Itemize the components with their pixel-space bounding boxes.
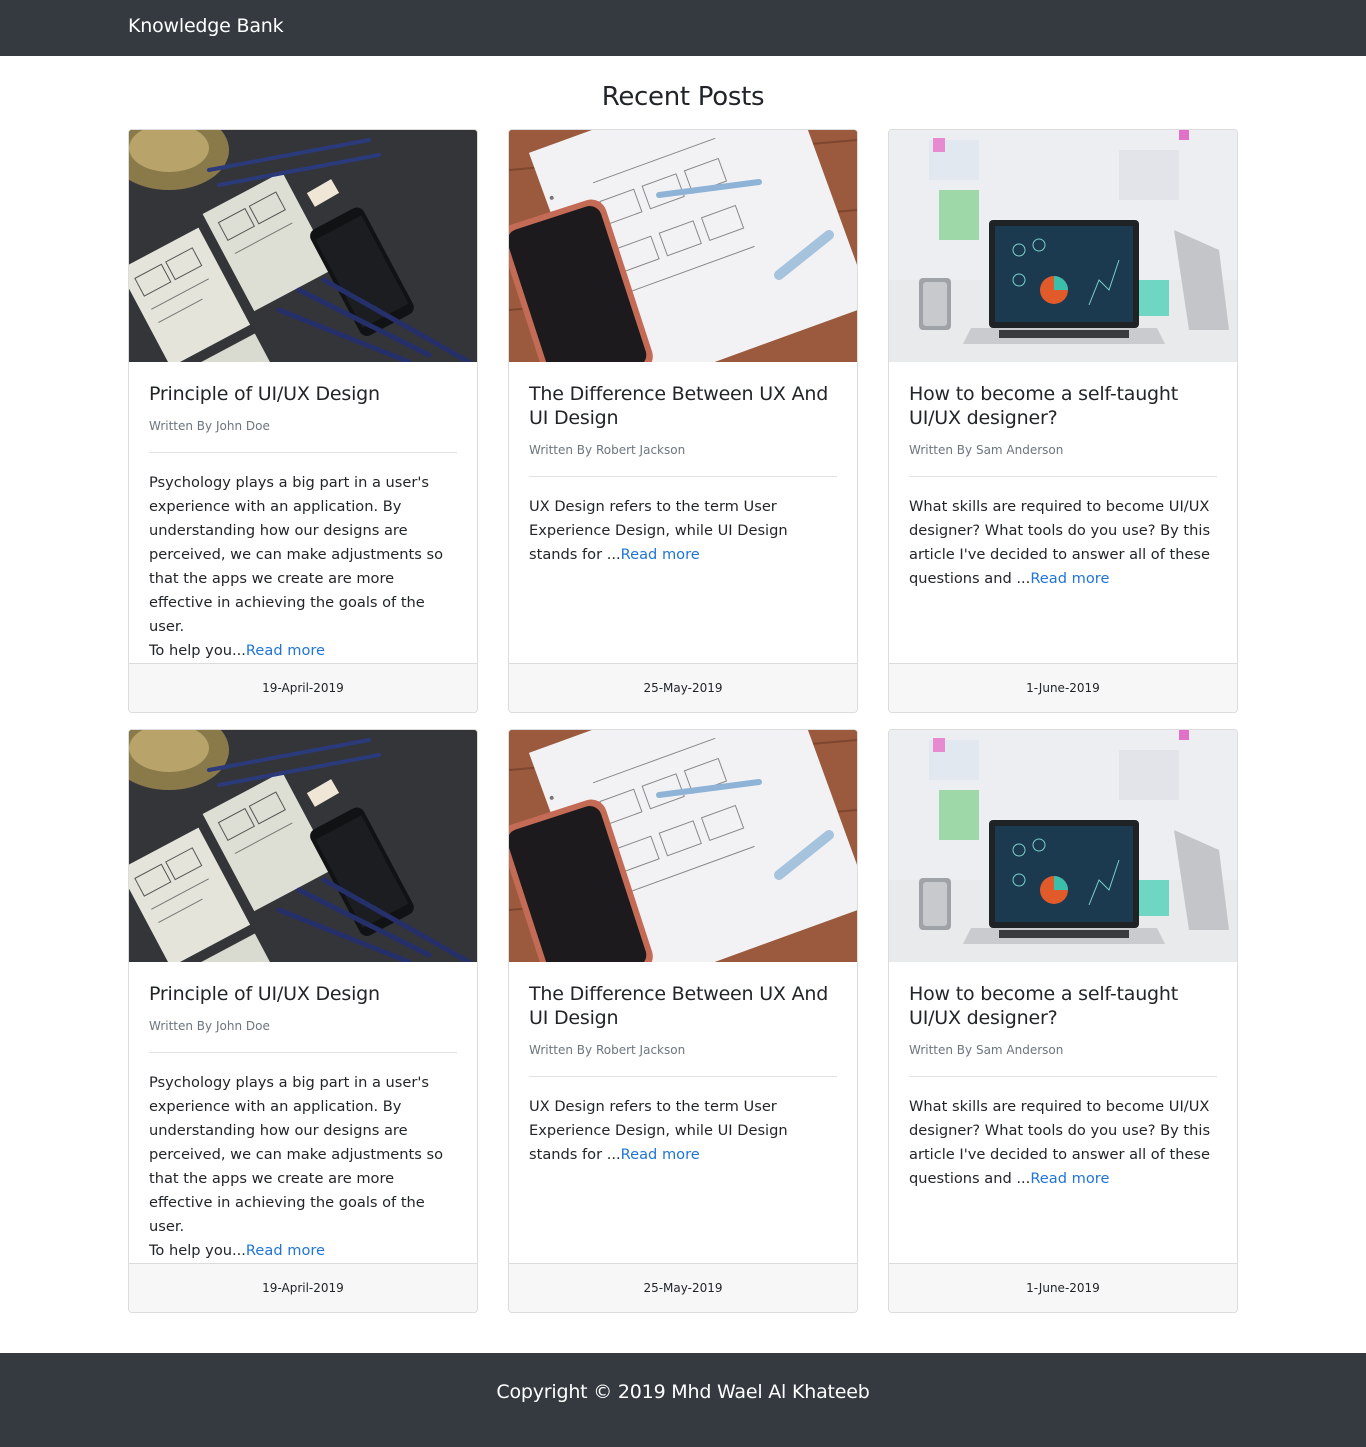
post-card: How to become a self-taught UI/UX design… bbox=[888, 729, 1238, 1313]
divider bbox=[909, 476, 1217, 477]
page-title: Recent Posts bbox=[601, 82, 765, 112]
post-excerpt: UX Design refers to the term User Experi… bbox=[529, 1095, 837, 1167]
post-title[interactable]: Principle of UI/UX Design bbox=[149, 382, 457, 406]
post-author: Written By Robert Jackson bbox=[529, 1043, 686, 1057]
read-more-link[interactable]: Read more bbox=[1030, 1170, 1109, 1187]
card-body: The Difference Between UX And UI Design … bbox=[529, 382, 837, 567]
divider bbox=[529, 476, 837, 477]
card-body: How to become a self-taught UI/UX design… bbox=[909, 382, 1217, 591]
card-body: Principle of UI/UX Design Written By Joh… bbox=[149, 982, 457, 1263]
post-author: Written By John Doe bbox=[149, 419, 270, 433]
excerpt-tail: To help you... bbox=[149, 642, 246, 659]
divider bbox=[149, 452, 457, 453]
post-excerpt: What skills are required to become UI/UX… bbox=[909, 495, 1217, 591]
card-body: Principle of UI/UX Design Written By Joh… bbox=[149, 382, 457, 663]
top-navbar: Knowledge Bank bbox=[0, 0, 1366, 56]
post-author: Written By Sam Anderson bbox=[909, 443, 1064, 457]
post-title[interactable]: The Difference Between UX And UI Design bbox=[529, 982, 837, 1030]
read-more-link[interactable]: Read more bbox=[621, 1146, 700, 1163]
divider bbox=[149, 1052, 457, 1053]
post-image[interactable] bbox=[509, 730, 857, 962]
post-title[interactable]: How to become a self-taught UI/UX design… bbox=[909, 382, 1217, 430]
brand-link[interactable]: Knowledge Bank bbox=[128, 15, 284, 37]
post-excerpt: UX Design refers to the term User Experi… bbox=[529, 495, 837, 567]
post-image[interactable] bbox=[889, 730, 1237, 962]
post-card: Principle of UI/UX Design Written By Joh… bbox=[128, 729, 478, 1313]
card-body: The Difference Between UX And UI Design … bbox=[529, 982, 837, 1167]
post-image[interactable] bbox=[129, 130, 477, 362]
excerpt-tail: To help you... bbox=[149, 1242, 246, 1259]
card-body: How to become a self-taught UI/UX design… bbox=[909, 982, 1217, 1191]
post-excerpt: Psychology plays a big part in a user's … bbox=[149, 1071, 457, 1263]
post-image[interactable] bbox=[889, 130, 1237, 362]
post-title[interactable]: The Difference Between UX And UI Design bbox=[529, 382, 837, 430]
excerpt-text: Psychology plays a big part in a user's … bbox=[149, 1074, 444, 1235]
post-date: 19-April-2019 bbox=[129, 1263, 477, 1312]
read-more-link[interactable]: Read more bbox=[246, 1242, 325, 1259]
read-more-link[interactable]: Read more bbox=[246, 642, 325, 659]
post-card: Principle of UI/UX Design Written By Joh… bbox=[128, 129, 478, 713]
page-footer: Copyright © 2019 Mhd Wael Al Khateeb bbox=[0, 1353, 1366, 1447]
post-author: Written By Sam Anderson bbox=[909, 1043, 1064, 1057]
divider bbox=[909, 1076, 1217, 1077]
post-date: 25-May-2019 bbox=[509, 663, 857, 712]
read-more-link[interactable]: Read more bbox=[621, 546, 700, 563]
post-card: The Difference Between UX And UI Design … bbox=[508, 729, 858, 1313]
post-image[interactable] bbox=[129, 730, 477, 962]
post-date: 19-April-2019 bbox=[129, 663, 477, 712]
divider bbox=[529, 1076, 837, 1077]
post-title[interactable]: Principle of UI/UX Design bbox=[149, 982, 457, 1006]
post-image[interactable] bbox=[509, 130, 857, 362]
post-date: 1-June-2019 bbox=[889, 663, 1237, 712]
post-date: 25-May-2019 bbox=[509, 1263, 857, 1312]
post-title[interactable]: How to become a self-taught UI/UX design… bbox=[909, 982, 1217, 1030]
read-more-link[interactable]: Read more bbox=[1030, 570, 1109, 587]
post-card: How to become a self-taught UI/UX design… bbox=[888, 129, 1238, 713]
post-author: Written By Robert Jackson bbox=[529, 443, 686, 457]
post-card: The Difference Between UX And UI Design … bbox=[508, 129, 858, 713]
excerpt-text: Psychology plays a big part in a user's … bbox=[149, 474, 444, 635]
post-author: Written By John Doe bbox=[149, 1019, 270, 1033]
post-date: 1-June-2019 bbox=[889, 1263, 1237, 1312]
copyright-text: Copyright © 2019 Mhd Wael Al Khateeb bbox=[496, 1381, 870, 1403]
post-excerpt: Psychology plays a big part in a user's … bbox=[149, 471, 457, 663]
post-excerpt: What skills are required to become UI/UX… bbox=[909, 1095, 1217, 1191]
